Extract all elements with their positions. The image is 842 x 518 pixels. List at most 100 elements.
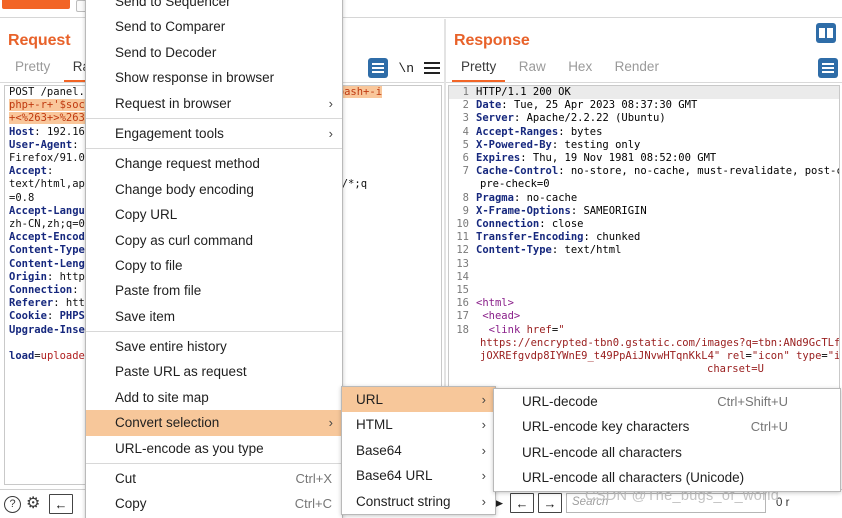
response-line: 6 Expires: Thu, 19 Nov 1981 08:52:00 GMT xyxy=(462,152,717,165)
menu-item-url-encode-as-you-type[interactable]: URL-encode as you type xyxy=(86,436,342,461)
tab-response-hex[interactable]: Hex xyxy=(559,56,601,80)
menu-item-change-body-encoding[interactable]: Change body encoding xyxy=(86,177,342,202)
response-line: 14 xyxy=(456,270,469,283)
chevron-right-icon: › xyxy=(328,95,333,111)
menu-item-engagement-tools[interactable]: Engagement tools › xyxy=(86,121,342,146)
menu-item-save-item[interactable]: Save item xyxy=(86,304,342,329)
chevron-right-icon: › xyxy=(481,417,486,433)
menu-item-label: Copy xyxy=(115,496,147,512)
menu-item-label: URL-encode all characters (Unicode) xyxy=(522,470,745,486)
bottom-bar-left-controls: ? ⚙ ← xyxy=(4,494,73,514)
menu-item-shortcut: Ctrl+Shift+U xyxy=(717,394,788,409)
menu-item-copy-as-curl-command[interactable]: Copy as curl command xyxy=(86,228,342,253)
response-line: 7 Cache-Control: no-store, no-cache, must… xyxy=(462,165,839,178)
menu-item-copy-url[interactable]: Copy URL xyxy=(86,202,342,227)
menu-item-change-request-method[interactable]: Change request method xyxy=(86,151,342,176)
menu-item-paste-url-as-request[interactable]: Paste URL as request xyxy=(86,359,342,384)
url-item-url-encode-all-characters-unicode[interactable]: URL-encode all characters (Unicode) xyxy=(494,465,840,490)
response-line: 15 xyxy=(456,284,469,297)
response-line: 1 HTTP/1.1 200 OK xyxy=(449,86,839,100)
response-line: 2 Date: Tue, 25 Apr 2023 08:37:30 GMT xyxy=(462,99,698,112)
menu-item-label: Show response in browser xyxy=(115,70,275,86)
context-submenu-url[interactable]: URL-decode Ctrl+Shift+U URL-encode key cha… xyxy=(493,388,841,492)
menu-item-send-to-sequencer[interactable]: Send to Sequencer xyxy=(86,0,342,14)
tab-request-pretty[interactable]: Pretty xyxy=(6,56,59,80)
response-line: 3 Server: Apache/2.2.22 (Ubuntu) xyxy=(462,112,666,125)
chevron-right-icon: › xyxy=(481,392,486,407)
chevron-right-icon: › xyxy=(481,493,486,509)
url-item-url-encode-all-characters[interactable]: URL-encode all characters xyxy=(494,440,840,465)
response-line-continuation: pre-check=0 xyxy=(480,178,550,191)
word-wrap-icon[interactable] xyxy=(818,58,838,78)
menu-item-label: URL-encode all characters xyxy=(522,444,682,460)
hamburger-menu-icon[interactable] xyxy=(424,62,440,74)
response-line-continuation: https://encrypted-tbn0.gstatic.com/image… xyxy=(480,336,840,349)
search-prev-button[interactable]: ← xyxy=(510,493,534,513)
response-line: 17 <head> xyxy=(456,310,521,323)
split-pane-icon[interactable] xyxy=(816,23,836,43)
match-count-label: 0 r xyxy=(776,497,790,509)
menu-item-copy-to-file[interactable]: Copy to file xyxy=(86,253,342,278)
search-input[interactable]: Search xyxy=(566,493,766,513)
menu-item-shortcut: Ctrl+C xyxy=(294,496,332,512)
menu-item-paste-from-file[interactable]: Paste from file xyxy=(86,278,342,303)
menu-item-send-to-decoder[interactable]: Send to Decoder xyxy=(86,40,342,65)
convert-item-base64-url[interactable]: Base64 URL › xyxy=(342,463,495,488)
menu-item-label: URL xyxy=(356,392,384,407)
response-line: 9 X-Frame-Options: SAMEORIGIN xyxy=(462,204,647,217)
menu-item-label: HTML xyxy=(356,417,393,433)
convert-item-base64[interactable]: Base64 › xyxy=(342,438,495,463)
gear-icon[interactable]: ⚙ xyxy=(26,495,44,513)
menu-item-label: Construct string xyxy=(356,493,451,509)
request-toolbar-icons: \n xyxy=(368,56,440,80)
menu-item-label: Base64 xyxy=(356,442,402,458)
chevron-right-icon: › xyxy=(328,125,333,141)
tab-response-raw[interactable]: Raw xyxy=(510,56,555,80)
response-line: 4 Accept-Ranges: bytes xyxy=(462,125,603,138)
menu-separator xyxy=(86,331,342,333)
menu-item-show-response-in-browser[interactable]: Show response in browser xyxy=(86,65,342,90)
menu-item-label: Request in browser xyxy=(115,95,232,111)
context-submenu-convert-selection[interactable]: URL › HTML › Base64 › Base64 URL › Construct str… xyxy=(341,386,496,515)
response-line: 5 X-Powered-By: testing only xyxy=(462,138,641,151)
menu-item-label: Copy to file xyxy=(115,257,183,273)
url-item-url-encode-key-characters[interactable]: URL-encode key characters Ctrl+U xyxy=(494,414,840,439)
context-menu[interactable]: Send to Sequencer Send to Comparer Send to… xyxy=(85,0,343,518)
convert-item-url[interactable]: URL › xyxy=(342,387,495,413)
newline-toggle-label[interactable]: \n xyxy=(398,61,414,76)
word-wrap-icon[interactable] xyxy=(368,58,389,78)
response-line: 12 Content-Type: text/html xyxy=(456,244,622,257)
menu-item-add-to-site-map[interactable]: Add to site map xyxy=(86,385,342,410)
menu-item-send-to-comparer[interactable]: Send to Comparer xyxy=(86,14,342,39)
split-layout-toggle[interactable] xyxy=(816,23,836,43)
convert-item-construct-string[interactable]: Construct string › xyxy=(342,489,495,514)
menu-item-request-in-browser[interactable]: Request in browser › xyxy=(86,91,342,116)
menu-item-label: Paste URL as request xyxy=(115,364,247,380)
menu-item-label: Copy as curl command xyxy=(115,232,254,248)
response-title: Response xyxy=(454,32,530,49)
menu-separator xyxy=(86,117,342,119)
menu-item-label: Copy URL xyxy=(115,207,178,223)
menu-item-label: URL-encode key characters xyxy=(522,419,690,435)
menu-item-copy[interactable]: Copy Ctrl+C xyxy=(86,491,342,516)
search-next-button[interactable]: → xyxy=(538,493,562,513)
menu-item-label: URL-decode xyxy=(522,394,598,409)
menu-item-label: Send to Decoder xyxy=(115,44,217,60)
menu-item-convert-selection[interactable]: Convert selection › xyxy=(86,410,342,436)
tab-response-pretty[interactable]: Pretty xyxy=(452,56,506,82)
back-button[interactable]: ← xyxy=(49,494,73,514)
url-item-url-decode[interactable]: URL-decode Ctrl+Shift+U xyxy=(494,389,840,414)
menu-item-label: Add to site map xyxy=(115,389,209,405)
tab-response-render[interactable]: Render xyxy=(606,56,668,80)
response-line: 8 Pragma: no-cache xyxy=(462,191,578,204)
active-tab-indicator[interactable] xyxy=(2,0,70,9)
question-mark-icon[interactable]: ? xyxy=(4,495,21,513)
menu-item-label: Change body encoding xyxy=(115,181,254,197)
response-line-continuation: jOXREfgvdp8IYWnE9_t49PpAiJNvwHTqnKkL4" r… xyxy=(480,350,840,363)
menu-separator xyxy=(86,463,342,465)
menu-item-save-entire-history[interactable]: Save entire history xyxy=(86,334,342,359)
menu-item-label: Engagement tools xyxy=(115,125,224,141)
menu-item-label: Change request method xyxy=(115,156,260,172)
menu-item-cut[interactable]: Cut Ctrl+X xyxy=(86,466,342,491)
convert-item-html[interactable]: HTML › xyxy=(342,412,495,437)
